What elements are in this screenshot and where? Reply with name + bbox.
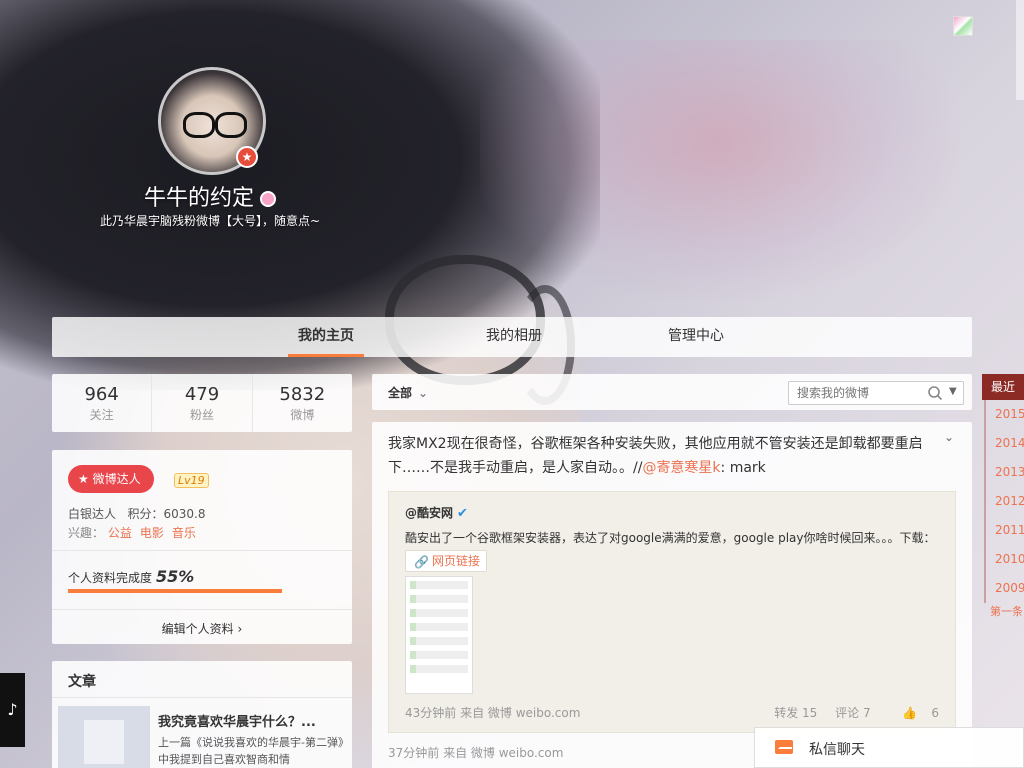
post-tail: : mark (720, 460, 766, 476)
scrollbar[interactable] (1016, 0, 1024, 100)
stats-panel: 964 关注 479 粉丝 5832 微博 (52, 374, 352, 432)
completion-progress-bar (68, 589, 336, 593)
like-count: 6 (931, 706, 939, 720)
profile-name-text: 牛牛的约定 (143, 186, 254, 211)
forward-button[interactable]: 转发 15 (774, 706, 817, 720)
edit-profile-link[interactable]: 编辑个人资料 › (52, 620, 352, 637)
repost-author-name[interactable]: @酷安网 (405, 506, 453, 520)
tab-my-album[interactable]: 我的相册 (476, 317, 552, 357)
rank-text[interactable]: 白银达人 (68, 507, 116, 521)
chevron-right-icon: › (237, 622, 243, 636)
stat-label: 粉丝 (189, 408, 214, 422)
stat-posts[interactable]: 5832 微博 (253, 374, 352, 432)
search-icon[interactable] (927, 385, 943, 401)
article-section-title: 文章 (68, 674, 96, 690)
chevron-down-icon: ⌄ (418, 386, 429, 400)
repost-image[interactable] (405, 576, 473, 694)
profile-info-card: ★ 微博达人 Lv19 白银达人 积分：6030.8 兴趣： 公益 电影 音乐 个人… (52, 450, 352, 644)
timeline-year[interactable]: 2012 (984, 487, 1024, 516)
interest-tag[interactable]: 音乐 (172, 526, 196, 540)
web-link[interactable]: 🔗 网页链接 (405, 550, 487, 572)
completion-percent: 55% (156, 567, 195, 586)
profile-bio: 此乃华晨宇脑残粉微博【大号】，随意点~ (99, 214, 321, 228)
interest-tag[interactable]: 公益 (108, 526, 132, 540)
like-button[interactable]: 👍 6 (888, 706, 939, 720)
search-scope-arrow-icon[interactable]: ▼ (949, 386, 957, 397)
talent-label: 微博达人 (92, 472, 141, 486)
post-meta: 37分钟前 来自 微博 weibo.com (388, 746, 564, 760)
web-link-label: 网页链接 (432, 554, 481, 568)
completion-text: 个人资料完成度 (68, 571, 153, 585)
interest-line: 兴趣： 公益 电影 音乐 (68, 524, 204, 541)
timeline-year[interactable]: 2013 (984, 458, 1024, 487)
repost-author[interactable]: @酷安网 ✔ (405, 504, 471, 521)
timeline-first-post[interactable]: 第一条 (982, 603, 1024, 619)
completion-label: 个人资料完成度 55% (68, 567, 194, 586)
search-input[interactable] (789, 382, 915, 404)
talent-badge-icon: ★ (236, 146, 258, 168)
level-badge[interactable]: Lv19 (174, 473, 209, 488)
timeline-year[interactable]: 2011 (984, 516, 1024, 545)
verified-icon: ✔ (457, 506, 468, 521)
interest-tag[interactable]: 电影 (140, 526, 164, 540)
profile-nav: 我的主页 我的相册 管理中心 (52, 317, 972, 357)
article-description: 上一篇《说说我喜欢的华晨宇-第二弹》中我提到自己喜欢智商和情 (158, 736, 344, 766)
stat-value: 964 (84, 384, 119, 405)
feed-filter-label: 全部 (388, 386, 413, 400)
mention-link[interactable]: @寄意寒星k (642, 460, 720, 476)
skin-switch-icon[interactable] (953, 16, 973, 36)
tab-my-home[interactable]: 我的主页 (288, 317, 364, 357)
timeline-year[interactable]: 2009 (984, 574, 1024, 603)
talent-button[interactable]: ★ 微博达人 (68, 465, 154, 493)
feed-toolbar: 全部 ⌄ ▼ (372, 374, 972, 410)
music-note-icon[interactable]: ♪ (0, 673, 25, 747)
stat-label: 微博 (290, 408, 315, 422)
divider (52, 609, 352, 610)
article-headline[interactable]: 我究竟喜欢华晨宇什么？... (158, 711, 344, 730)
timeline-year[interactable]: 2010 (984, 545, 1024, 574)
repost-text: 酷安出了一个谷歌框架安装器，表达了对google满满的爱意，google pla… (405, 531, 936, 545)
rank-line: 白银达人 积分：6030.8 (68, 505, 205, 522)
stat-label: 关注 (89, 408, 114, 422)
divider (52, 550, 352, 551)
edit-profile-label: 编辑个人资料 (161, 622, 234, 636)
year-timeline: 最近 2015 2014 2013 2012 2011 2010 2009 第一… (982, 374, 1024, 619)
repost-meta: 43分钟前 来自 微博 weibo.com (405, 706, 581, 720)
profile-name: 牛牛的约定 (0, 180, 420, 212)
stat-value: 479 (184, 384, 220, 405)
timeline-year[interactable]: 2014 (984, 429, 1024, 458)
thumbs-up-icon: 👍 (902, 706, 918, 720)
feed-search: ▼ (788, 381, 964, 405)
comment-button[interactable]: 评论 7 (835, 706, 870, 720)
points-value: 6030.8 (163, 507, 206, 521)
weibo-post: 我家MX2现在很奇怪，谷歌框架各种安装失败，其他应用就不管安装还是卸载都要重启下… (372, 422, 972, 768)
post-options-chevron-icon[interactable]: ⌄ (944, 430, 954, 444)
stat-following[interactable]: 964 关注 (52, 374, 153, 432)
stat-followers[interactable]: 479 粉丝 (152, 374, 253, 432)
interest-label: 兴趣： (68, 526, 105, 540)
envelope-icon (775, 740, 793, 754)
link-icon: 🔗 (414, 555, 429, 569)
private-chat-label: 私信聊天 (809, 742, 865, 758)
timeline-year[interactable]: 2015 (984, 400, 1024, 429)
timeline-recent[interactable]: 最近 (982, 374, 1024, 400)
private-chat-bar[interactable]: 私信聊天 (754, 727, 1024, 768)
repost-actions: 转发 15 评论 7 👍 6 (760, 704, 939, 721)
feed-filter-dropdown[interactable]: 全部 ⌄ (388, 384, 428, 401)
member-icon[interactable] (260, 191, 276, 207)
article-thumbnail[interactable] (58, 706, 150, 768)
completion-progress-fill (68, 589, 283, 593)
stat-value: 5832 (279, 384, 326, 405)
post-text: 我家MX2现在很奇怪，谷歌框架各种安装失败，其他应用就不管安装还是卸载都要重启下… (388, 432, 928, 480)
repost-card: @酷安网 ✔ 酷安出了一个谷歌框架安装器，表达了对google满满的爱意，goog… (388, 491, 956, 733)
article-card: 文章 我究竟喜欢华晨宇什么？... 上一篇《说说我喜欢的华晨宇-第二弹》中我提到… (52, 661, 352, 768)
divider (52, 697, 352, 698)
tab-manage-center[interactable]: 管理中心 (658, 317, 734, 357)
points-label: 积分： (127, 507, 164, 521)
